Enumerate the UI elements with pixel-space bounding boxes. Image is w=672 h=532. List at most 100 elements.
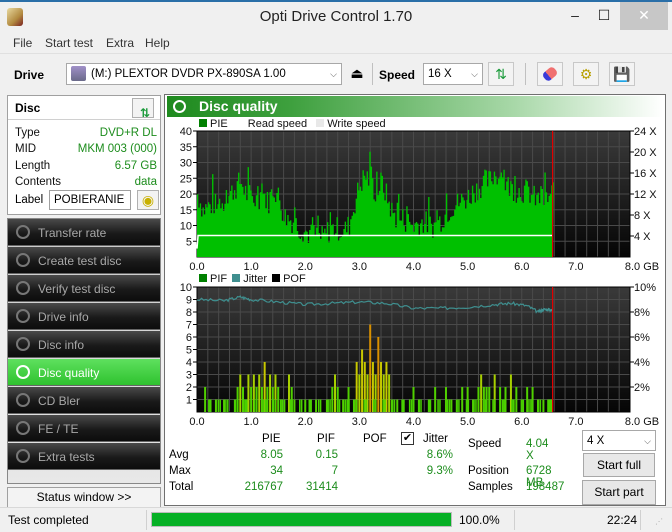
stats-total-pif: 31414	[306, 481, 338, 493]
x-tick-label: 4.0	[406, 416, 421, 426]
pif-bar	[403, 399, 405, 412]
pif-bar	[515, 387, 518, 412]
progress-fill	[152, 513, 451, 526]
eject-button[interactable]: ⏏	[344, 62, 370, 86]
menu-start-test[interactable]: Start test	[45, 36, 93, 50]
toolbar-separator	[525, 63, 526, 85]
pif-bar	[429, 399, 432, 412]
start-full-button[interactable]: Start full	[583, 453, 655, 477]
pif-bar	[317, 399, 320, 412]
pif-bar	[372, 399, 375, 412]
menu-file[interactable]: File	[13, 36, 32, 50]
status-bar: Test completed 100.0% 22:24 ⋰	[0, 507, 672, 532]
drive-icon	[71, 66, 86, 81]
disc-label-input[interactable]	[49, 190, 131, 210]
x-tick-label: 5.0	[460, 261, 475, 273]
y2-tick-label: 20 X	[634, 147, 657, 159]
menu-help[interactable]: Help	[145, 36, 170, 50]
speed-select-value: 16 X	[428, 68, 452, 80]
y2-tick-label: 4%	[634, 357, 650, 369]
title-bar: Opti Drive Control 1.70 ‒ ☐ ✕	[0, 0, 672, 32]
status-window-button[interactable]: Status window >>	[7, 487, 161, 508]
pif-bar	[214, 399, 217, 412]
pif-bar	[458, 399, 460, 412]
pif-bar	[542, 399, 545, 412]
disc-field-mid: MID MKM 003 (000)	[15, 143, 157, 159]
sidebar-item-verify-test-disc[interactable]: Verify test disc	[8, 275, 160, 302]
erase-button[interactable]	[537, 62, 563, 86]
sidebar-item-fe-te[interactable]: FE / TE	[8, 415, 160, 442]
pif-bar	[439, 399, 441, 412]
close-button[interactable]: ✕	[620, 2, 668, 30]
pif-bar	[492, 399, 494, 412]
pif-bar	[348, 399, 350, 412]
x-tick-label: 8.0 GB	[625, 416, 659, 426]
disc-refresh-button[interactable]: ⇅	[132, 98, 154, 120]
pif-bar	[393, 399, 396, 412]
y-tick-label: 4	[186, 357, 192, 369]
sidebar-item-disc-info[interactable]: Disc info	[8, 331, 160, 358]
pif-bar	[427, 399, 430, 412]
y2-tick-label: 4 X	[634, 231, 651, 243]
erase-icon	[541, 65, 559, 83]
pif-bar	[484, 399, 487, 412]
menu-bar: File Start test Extra Help	[0, 32, 672, 54]
pif-bar	[277, 387, 280, 412]
sidebar-item-drive-info[interactable]: Drive info	[8, 303, 160, 330]
chevron-down-icon: ⌵	[471, 69, 478, 79]
pif-bar	[293, 399, 296, 412]
pif-bar	[266, 387, 269, 412]
settings-button[interactable]: ⚙	[573, 62, 599, 86]
y-tick-label: 7	[186, 320, 192, 332]
pif-bar	[511, 399, 513, 412]
disc-info-panel: Disc ⇅ Type DVD+R DL MID MKM 003 (000) L…	[7, 95, 161, 215]
pif-bar	[526, 387, 529, 412]
pif-bar	[264, 399, 267, 412]
start-part-button[interactable]: Start part	[582, 480, 656, 505]
pif-bar	[418, 399, 420, 412]
jitter-checkbox[interactable]: ✔	[401, 432, 414, 445]
disc-quality-icon	[16, 365, 30, 379]
y-tick-label: 30	[180, 158, 192, 170]
field-label: MID	[15, 143, 37, 155]
pif-bar	[547, 399, 549, 412]
y-tick-label: 10	[180, 221, 192, 233]
disc-info-icon	[16, 337, 30, 351]
field-label: Length	[15, 160, 51, 172]
disc-label-button[interactable]: ◉	[137, 190, 159, 210]
stats-avg-pif: 0.15	[315, 449, 338, 461]
menu-extra[interactable]: Extra	[106, 36, 134, 50]
sidebar-item-create-test-disc[interactable]: Create test disc	[8, 247, 160, 274]
sidebar-item-extra-tests[interactable]: Extra tests	[8, 443, 160, 470]
sidebar-item-label: Disc info	[38, 338, 85, 352]
sidebar-item-cd-bler[interactable]: CD Bler	[8, 387, 160, 414]
save-button[interactable]: 💾	[609, 62, 635, 86]
stats-avg-pie: 8.05	[260, 449, 283, 461]
disc-panel-header: Disc ⇅	[8, 96, 160, 120]
speed-select[interactable]: 16 X ⌵	[423, 63, 483, 85]
refresh-button[interactable]: ⇅	[488, 62, 514, 86]
save-icon: 💾	[613, 66, 631, 82]
toolbar: Drive (M:) PLEXTOR DVDR PX-890SA 1.00 ⌵ …	[0, 56, 672, 92]
test-speed-select[interactable]: 4 X ⌵	[582, 430, 656, 451]
maximize-button[interactable]: ☐	[590, 2, 618, 30]
y-tick-label: 2	[186, 382, 192, 394]
minimize-button[interactable]: ‒	[561, 2, 589, 30]
pif-bar	[380, 362, 383, 412]
stats-row-label-max: Max	[169, 465, 191, 477]
pif-bar	[446, 399, 449, 412]
sidebar-item-transfer-rate[interactable]: Transfer rate	[8, 219, 160, 246]
sidebar-item-disc-quality[interactable]: Disc quality	[8, 359, 160, 386]
fe-te-icon	[16, 421, 30, 435]
pif-bar	[329, 399, 331, 412]
drive-select[interactable]: (M:) PLEXTOR DVDR PX-890SA 1.00 ⌵	[66, 63, 342, 85]
pif-bar	[304, 399, 307, 412]
pif-bar	[281, 399, 284, 412]
resize-grip-icon[interactable]: ⋰	[655, 517, 663, 526]
pif-bar	[289, 399, 292, 412]
status-message: Test completed	[8, 513, 89, 527]
stats-header-jitter: Jitter	[423, 433, 448, 445]
pif-bar	[501, 399, 504, 412]
pif-bar	[482, 399, 485, 412]
pif-bar	[227, 399, 229, 412]
